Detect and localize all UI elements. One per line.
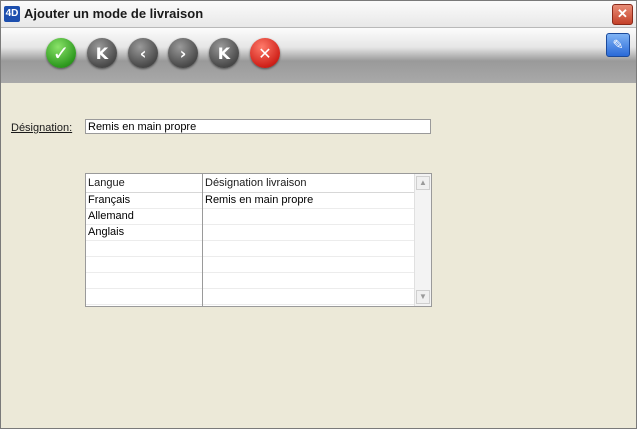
app-logo-icon: 4D — [4, 6, 20, 22]
table-row[interactable]: Anglais — [86, 225, 202, 241]
column-header-langue[interactable]: Langue — [86, 174, 202, 193]
column-langue: Langue Français Allemand Anglais — [86, 174, 203, 306]
table-row[interactable]: Remis en main propre — [203, 193, 415, 209]
edit-icon[interactable]: ✎ — [606, 33, 630, 57]
next-record-button[interactable]: › — [168, 38, 198, 68]
table-row[interactable] — [203, 241, 415, 257]
table-row[interactable]: Français — [86, 193, 202, 209]
table-row[interactable] — [86, 257, 202, 273]
column-designation: Désignation livraison Remis en main prop… — [203, 174, 415, 306]
title-bar: 4D Ajouter un mode de livraison ✕ — [1, 1, 636, 28]
last-record-button[interactable]: K — [209, 38, 239, 68]
validate-button[interactable]: ✓ — [46, 38, 76, 68]
close-button[interactable]: ✕ — [612, 4, 633, 25]
toolbar: ✓ K ‹ › K ✕ ✎ — [1, 28, 636, 83]
table-row[interactable] — [86, 289, 202, 305]
designation-label: Désignation: — [11, 122, 73, 134]
table-row[interactable] — [203, 257, 415, 273]
dialog-window: 4D Ajouter un mode de livraison ✕ ✓ K ‹ … — [0, 0, 637, 429]
translations-table: Langue Français Allemand Anglais Désigna… — [85, 173, 432, 307]
table-row[interactable]: Allemand — [86, 209, 202, 225]
scroll-down-icon[interactable]: ▼ — [416, 290, 430, 304]
designation-field[interactable]: Remis en main propre — [85, 119, 431, 134]
column-header-designation[interactable]: Désignation livraison — [203, 174, 415, 193]
vertical-scrollbar[interactable]: ▲ ▼ — [414, 174, 431, 306]
table-row[interactable] — [203, 225, 415, 241]
table-row[interactable] — [86, 273, 202, 289]
cancel-button[interactable]: ✕ — [250, 38, 280, 68]
table-row[interactable] — [203, 289, 415, 305]
table-row[interactable] — [86, 241, 202, 257]
scroll-up-icon[interactable]: ▲ — [416, 176, 430, 190]
table-row[interactable] — [203, 273, 415, 289]
previous-record-button[interactable]: ‹ — [128, 38, 158, 68]
table-row[interactable] — [203, 209, 415, 225]
first-record-button[interactable]: K — [87, 38, 117, 68]
window-title: Ajouter un mode de livraison — [24, 6, 204, 21]
